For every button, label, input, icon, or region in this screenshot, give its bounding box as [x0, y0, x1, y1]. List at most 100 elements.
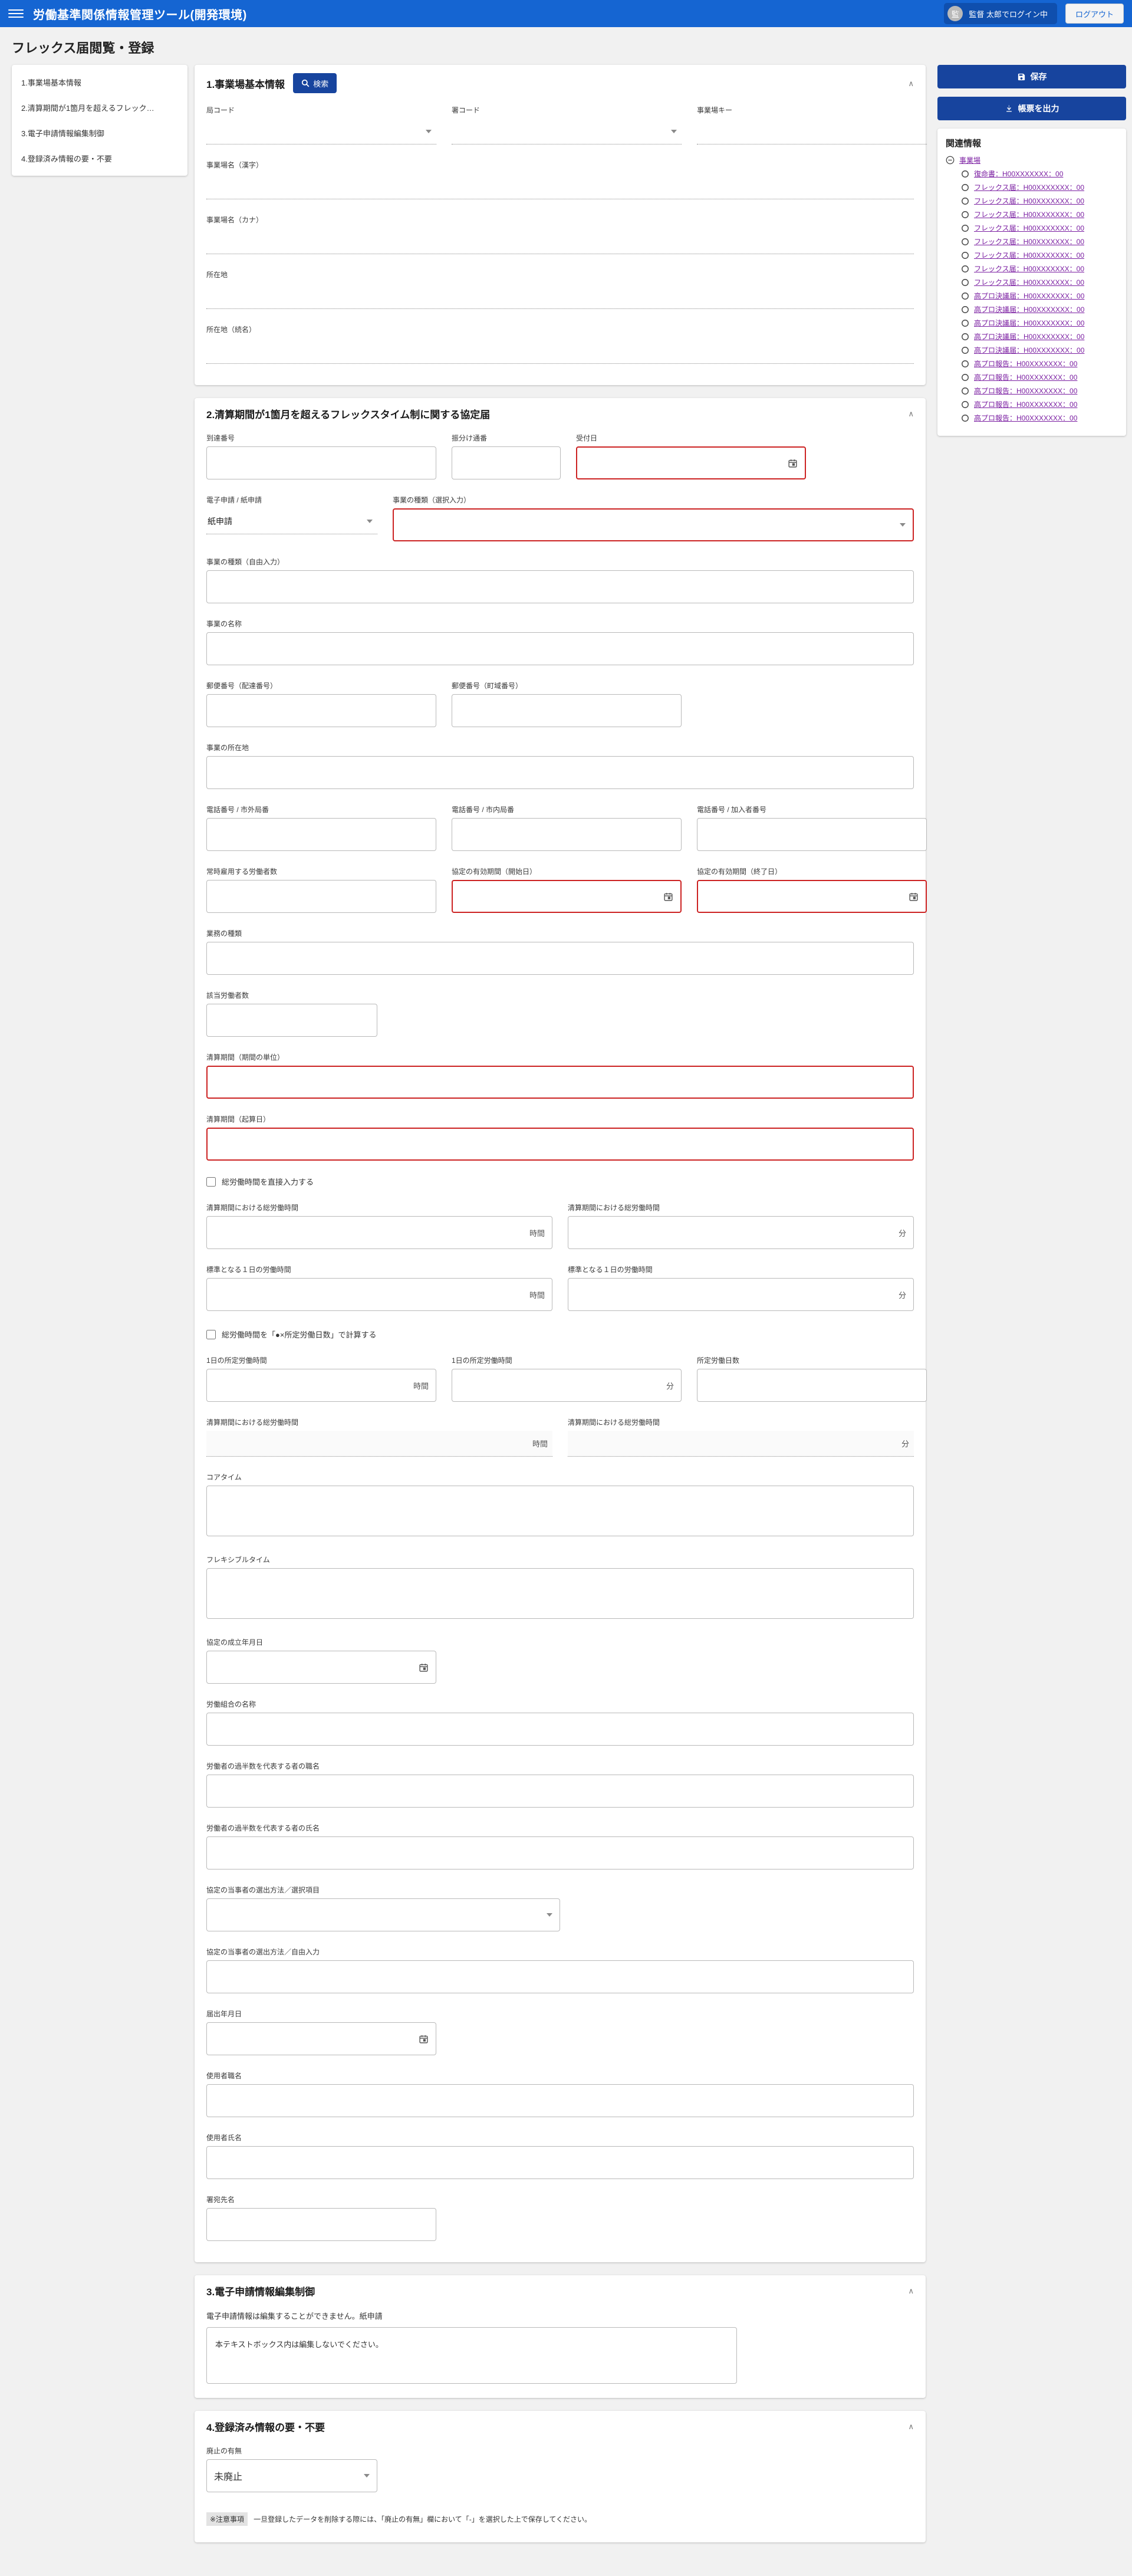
- workplace-key-field: [697, 119, 927, 144]
- circle-icon: [962, 170, 969, 178]
- tree-item-link[interactable]: フレックス届：H00XXXXXXX：00: [974, 223, 1084, 233]
- collapse-icon[interactable]: ∧: [908, 410, 914, 418]
- tree-item-link[interactable]: 高プロ報告：H00XXXXXXX：00: [974, 359, 1077, 369]
- abolition-select[interactable]: 未廃止: [206, 2459, 377, 2492]
- employer-name-input[interactable]: [214, 2158, 906, 2167]
- sidebar-item-flex-agreement[interactable]: 2.清算期間が1箇月を超えるフレック…: [12, 95, 187, 120]
- tree-item-link[interactable]: フレックス届：H00XXXXXXX：00: [974, 196, 1084, 206]
- representative-title-input[interactable]: [214, 1786, 906, 1796]
- sidebar-item-eapp-control[interactable]: 3.電子申請情報編集制御: [12, 120, 187, 146]
- calc-formula-checkbox[interactable]: [206, 1329, 216, 1339]
- collapse-icon[interactable]: ∧: [908, 2287, 914, 2295]
- notification-date-input[interactable]: [214, 2034, 419, 2043]
- checkbox-label: 総労働時間を直接入力する: [222, 1178, 314, 1187]
- tree-item-link[interactable]: フレックス届：H00XXXXXXX：00: [974, 277, 1084, 287]
- tree-item-link[interactable]: 高プロ決議届：H00XXXXXXX：00: [974, 318, 1084, 328]
- tree-item-link[interactable]: フレックス届：H00XXXXXXX：00: [974, 209, 1084, 219]
- calendar-icon[interactable]: [909, 892, 919, 902]
- agreement-date-input[interactable]: [214, 1662, 419, 1672]
- direct-input-checkbox[interactable]: [206, 1177, 216, 1187]
- tree-item-link[interactable]: 復命書：H00XXXXXXX：00: [974, 169, 1063, 179]
- standard-day-minutes-input[interactable]: [575, 1290, 894, 1299]
- chevron-down-icon: [364, 2474, 370, 2478]
- calendar-icon[interactable]: [663, 892, 673, 902]
- field-label: 事業場キー: [697, 106, 733, 114]
- office-addressee-input[interactable]: [214, 2220, 429, 2229]
- calendar-icon[interactable]: [419, 1662, 429, 1673]
- postal-code2-input[interactable]: [459, 706, 674, 715]
- business-address-input[interactable]: [214, 768, 906, 777]
- logout-button[interactable]: ログアウト: [1065, 4, 1124, 24]
- notice-text: 一旦登録したデータを削除する際には、「廃止の有無」欄において「-」を選択した上で…: [254, 2515, 591, 2524]
- phone-subscriber-input[interactable]: [705, 830, 919, 839]
- tree-item-link[interactable]: 高プロ報告：H00XXXXXXX：00: [974, 413, 1077, 423]
- tree-item-link[interactable]: 高プロ報告：H00XXXXXXX：00: [974, 399, 1077, 409]
- employer-title-input[interactable]: [214, 2096, 906, 2105]
- settlement-period-start-input[interactable]: [215, 1139, 906, 1149]
- tree-item-link[interactable]: 高プロ決議届：H00XXXXXXX：00: [974, 291, 1084, 301]
- tree-item-link[interactable]: フレックス届：H00XXXXXXX：00: [974, 250, 1084, 260]
- business-type-select[interactable]: [393, 508, 914, 541]
- prescribed-day-hours-input[interactable]: [214, 1381, 409, 1390]
- postal-code1-input[interactable]: [214, 706, 429, 715]
- union-name-input[interactable]: [214, 1724, 906, 1734]
- export-report-button[interactable]: 帳票を出力: [937, 97, 1126, 120]
- circle-icon: [962, 183, 969, 191]
- work-type-input[interactable]: [214, 954, 906, 963]
- tree-item-link[interactable]: フレックス届：H00XXXXXXX：00: [974, 264, 1084, 274]
- user-chip[interactable]: 監 監督 太郎でログイン中: [944, 3, 1057, 24]
- reception-date-input[interactable]: [584, 458, 788, 468]
- total-work-minutes-input[interactable]: [575, 1228, 894, 1237]
- menu-icon[interactable]: [8, 9, 24, 18]
- valid-start-date-input[interactable]: [460, 892, 663, 901]
- tree-root-link[interactable]: 事業場: [959, 155, 980, 165]
- bureau-code-select[interactable]: [206, 119, 436, 144]
- search-button[interactable]: 検索: [293, 73, 337, 93]
- business-type-free-input[interactable]: [214, 582, 906, 592]
- collapse-icon[interactable]: ∧: [908, 80, 914, 87]
- circle-icon: [962, 319, 969, 327]
- selection-method-select[interactable]: [206, 1898, 560, 1931]
- tree-item-link[interactable]: 高プロ決議届：H00XXXXXXX：00: [974, 304, 1084, 314]
- sidebar-item-registered-info[interactable]: 4.登録済み情報の要・不要: [12, 146, 187, 171]
- core-time-textarea[interactable]: [206, 1486, 914, 1536]
- phone-local-input[interactable]: [459, 830, 674, 839]
- phone-area-input[interactable]: [214, 830, 429, 839]
- field-label: 所定労働日数: [697, 1356, 740, 1365]
- field-label: 労働者の過半数を代表する者の職名: [206, 1762, 320, 1770]
- eapp-note: 電子申請情報は編集することができません。紙申請: [206, 2312, 383, 2321]
- standard-day-hours-input[interactable]: [214, 1290, 525, 1299]
- sorting-number-input[interactable]: [459, 458, 553, 468]
- settlement-period-unit-input[interactable]: [215, 1077, 906, 1087]
- computed-total-hours-field: 時間: [206, 1431, 552, 1457]
- prescribed-day-minutes-input[interactable]: [459, 1381, 662, 1390]
- chevron-down-icon: [426, 129, 432, 133]
- prescribed-days-input[interactable]: [705, 1381, 919, 1390]
- tree-item-link[interactable]: 高プロ報告：H00XXXXXXX：00: [974, 372, 1077, 382]
- office-code-select[interactable]: [452, 119, 682, 144]
- save-button[interactable]: 保存: [937, 65, 1126, 88]
- tree-item-link[interactable]: フレックス届：H00XXXXXXX：00: [974, 182, 1084, 192]
- flexible-time-textarea[interactable]: [206, 1568, 914, 1619]
- collapse-icon[interactable]: ∧: [908, 2423, 914, 2430]
- calendar-icon[interactable]: [419, 2034, 429, 2044]
- regular-workers-input[interactable]: [214, 892, 429, 901]
- sidebar-item-basic-info[interactable]: 1.事業場基本情報: [12, 70, 187, 95]
- selection-method-free-input[interactable]: [214, 1972, 906, 1982]
- tree-item-link[interactable]: 高プロ決議届：H00XXXXXXX：00: [974, 345, 1084, 355]
- circle-icon: [962, 400, 969, 408]
- business-name-input[interactable]: [214, 644, 906, 653]
- calendar-icon[interactable]: [788, 458, 798, 468]
- applicable-workers-input[interactable]: [214, 1016, 370, 1025]
- tree-item-link[interactable]: 高プロ報告：H00XXXXXXX：00: [974, 386, 1077, 396]
- application-type-select[interactable]: 紙申請: [206, 508, 377, 534]
- tree-item-link[interactable]: 高プロ決議届：H00XXXXXXX：00: [974, 331, 1084, 341]
- total-work-hours-input[interactable]: [214, 1228, 525, 1237]
- arrival-number-input[interactable]: [214, 458, 429, 468]
- circle-icon: [962, 278, 969, 286]
- valid-end-date-input[interactable]: [705, 892, 909, 901]
- collapse-minus-icon[interactable]: [946, 156, 955, 165]
- representative-name-input[interactable]: [214, 1848, 906, 1858]
- section3-title: 3.電子申請情報編集制御: [206, 2286, 315, 2298]
- tree-item-link[interactable]: フレックス届：H00XXXXXXX：00: [974, 236, 1084, 247]
